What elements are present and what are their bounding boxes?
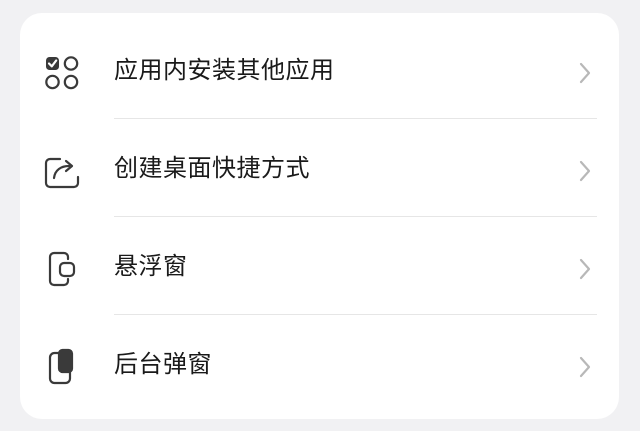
floating-window-label: 悬浮窗 [114,252,188,280]
chevron-right-icon [576,257,594,281]
apps-grid-icon [42,53,82,93]
install-other-apps-row[interactable]: 应用内安装其他应用 [20,21,619,119]
chevron-right-icon [576,159,594,183]
floating-window-icon [42,249,82,289]
background-popup-icon [42,347,82,387]
install-other-apps-label: 应用内安装其他应用 [114,56,335,84]
settings-card: 应用内安装其他应用 创建桌面快捷方式 悬浮窗 后台弹窗 [20,13,619,419]
share-shortcut-icon [42,151,82,191]
floating-window-row[interactable]: 悬浮窗 [20,217,619,315]
create-desktop-shortcut-label: 创建桌面快捷方式 [114,154,310,182]
chevron-right-icon [576,61,594,85]
create-desktop-shortcut-row[interactable]: 创建桌面快捷方式 [20,119,619,217]
chevron-right-icon [576,355,594,379]
background-popup-row[interactable]: 后台弹窗 [20,315,619,413]
background-popup-label: 后台弹窗 [114,350,212,378]
